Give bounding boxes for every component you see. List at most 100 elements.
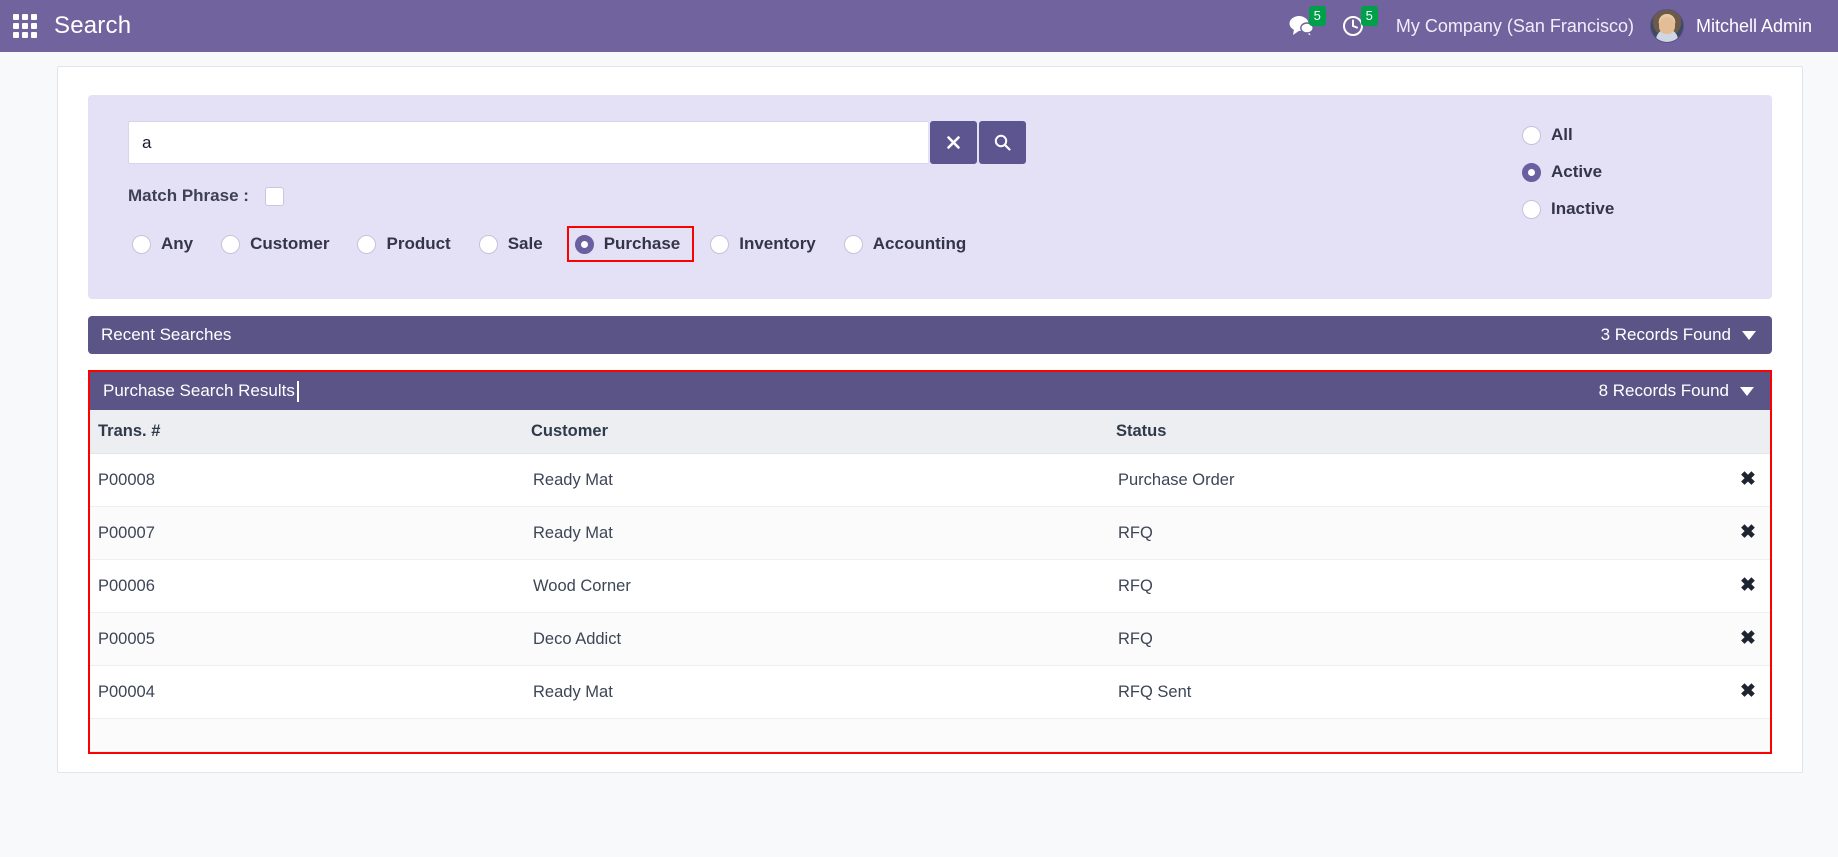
- radio-option-accounting[interactable]: Accounting: [840, 228, 977, 260]
- radio-circle-icon: [357, 234, 377, 254]
- cell-customer: Deco Addict: [525, 612, 1110, 666]
- purchase-results-section: Purchase Search Results 8 Records Found …: [88, 370, 1772, 754]
- user-name-label: Mitchell Admin: [1695, 15, 1812, 36]
- cell-trans: P00007: [90, 506, 525, 560]
- column-header-customer[interactable]: Customer: [525, 410, 1110, 454]
- apps-grid-icon[interactable]: [12, 13, 38, 39]
- purchase-results-header[interactable]: Purchase Search Results 8 Records Found: [90, 372, 1770, 410]
- radio-option-product[interactable]: Product: [353, 228, 460, 260]
- navbar-right-group: 5 5 My Company (San Francisco) Mitchell …: [1274, 0, 1816, 52]
- recent-searches-count-group[interactable]: 3 Records Found: [1601, 325, 1756, 345]
- cell-empty: [525, 718, 1110, 752]
- radio-option-all[interactable]: All: [1522, 125, 1742, 145]
- radio-option-inactive[interactable]: Inactive: [1522, 199, 1742, 219]
- cell-trans: P00005: [90, 612, 525, 666]
- cell-customer: Ready Mat: [525, 665, 1110, 719]
- match-phrase-row: Match Phrase :: [128, 186, 1028, 206]
- radio-option-inventory[interactable]: Inventory: [706, 228, 826, 260]
- cell-empty: [90, 718, 525, 752]
- delete-row-icon[interactable]: ✖: [1740, 523, 1756, 542]
- column-header-status[interactable]: Status: [1110, 410, 1718, 454]
- search-panel-right: All Active Inactive: [1482, 121, 1742, 219]
- radio-circle-icon: [1522, 125, 1541, 145]
- cell-trans: P00008: [90, 453, 525, 507]
- table-head: Trans. # Customer Status: [90, 410, 1770, 454]
- radio-circle-selected-icon: [574, 234, 594, 254]
- radio-label: Active: [1551, 162, 1603, 181]
- radio-label: Purchase: [603, 234, 681, 253]
- recent-searches-header[interactable]: Recent Searches 3 Records Found: [88, 316, 1772, 354]
- radio-label: Accounting: [872, 234, 967, 253]
- radio-option-any[interactable]: Any: [128, 228, 203, 260]
- chevron-down-icon: [1740, 386, 1754, 396]
- table-row[interactable]: P00006 Wood Corner RFQ ✖: [90, 559, 1770, 613]
- table-row[interactable]: P00008 Ready Mat Purchase Order ✖: [90, 453, 1770, 507]
- radio-label: Customer: [250, 234, 330, 253]
- cell-status: RFQ: [1110, 506, 1718, 560]
- content-card: Match Phrase : Any Customer: [57, 66, 1803, 773]
- column-header-trans[interactable]: Trans. #: [90, 410, 525, 454]
- cell-empty: [1718, 718, 1770, 752]
- magnifier-icon: [994, 134, 1011, 151]
- delete-row-icon[interactable]: ✖: [1740, 576, 1756, 595]
- cell-status: RFQ Sent: [1110, 665, 1718, 719]
- radio-circle-selected-icon: [1522, 162, 1541, 182]
- radio-circle-icon: [221, 234, 241, 254]
- radio-circle-icon: [710, 234, 730, 254]
- cell-delete: ✖: [1718, 506, 1770, 560]
- radio-option-active[interactable]: Active: [1522, 162, 1742, 182]
- purchase-results-table: Trans. # Customer Status P00008 Ready Ma…: [90, 410, 1770, 752]
- cell-trans: P00004: [90, 665, 525, 719]
- cell-trans: P00006: [90, 559, 525, 613]
- radio-circle-icon: [132, 234, 151, 254]
- radio-label: All: [1551, 125, 1573, 144]
- text-cursor-icon: [296, 380, 299, 402]
- purchase-results-title-group: Purchase Search Results: [103, 380, 299, 402]
- cell-customer: Ready Mat: [525, 453, 1110, 507]
- radio-option-purchase[interactable]: Purchase: [566, 226, 695, 262]
- radio-option-customer[interactable]: Customer: [217, 228, 339, 260]
- cell-customer: Ready Mat: [525, 506, 1110, 560]
- column-header-actions: [1718, 410, 1770, 454]
- radio-circle-icon: [843, 234, 863, 254]
- table-row[interactable]: P00004 Ready Mat RFQ Sent ✖: [90, 665, 1770, 719]
- clear-search-button[interactable]: [930, 121, 977, 164]
- delete-row-icon[interactable]: ✖: [1740, 682, 1756, 701]
- recent-searches-records-found: 3 Records Found: [1600, 325, 1731, 344]
- messages-count-badge: 5: [1308, 6, 1326, 26]
- table-header-row: Trans. # Customer Status: [90, 410, 1770, 454]
- radio-circle-icon: [478, 234, 498, 254]
- table-row[interactable]: P00007 Ready Mat RFQ ✖: [90, 506, 1770, 560]
- company-switcher[interactable]: My Company (San Francisco): [1380, 16, 1650, 37]
- purchase-results-count-group[interactable]: 8 Records Found: [1599, 381, 1754, 401]
- match-phrase-checkbox[interactable]: [264, 186, 284, 206]
- search-app-window: Search 5 5 My Company (San Francisco) Mi…: [0, 0, 1838, 857]
- match-phrase-label: Match Phrase :: [128, 186, 249, 205]
- top-navbar: Search 5 5 My Company (San Francisco) Mi…: [0, 0, 1838, 52]
- cell-status: RFQ: [1110, 559, 1718, 613]
- cell-status: RFQ: [1110, 612, 1718, 666]
- search-panel-left: Match Phrase : Any Customer: [128, 121, 1028, 262]
- page-body: Match Phrase : Any Customer: [0, 52, 1838, 857]
- table-row[interactable]: P00005 Deco Addict RFQ ✖: [90, 612, 1770, 666]
- activities-menu[interactable]: 5: [1328, 0, 1380, 52]
- table-row-partial: [90, 718, 1770, 752]
- messages-menu[interactable]: 5: [1274, 0, 1328, 52]
- user-menu[interactable]: Mitchell Admin: [1649, 9, 1816, 43]
- page-title: Search: [54, 12, 132, 39]
- submit-search-button[interactable]: [979, 121, 1026, 164]
- radio-option-sale[interactable]: Sale: [475, 228, 553, 260]
- record-state-radio-group: All Active Inactive: [1522, 125, 1742, 219]
- radio-circle-icon: [1522, 199, 1541, 219]
- activities-count-badge: 5: [1360, 6, 1378, 26]
- delete-row-icon[interactable]: ✖: [1740, 470, 1756, 489]
- cell-empty: [1110, 718, 1718, 752]
- delete-row-icon[interactable]: ✖: [1740, 629, 1756, 648]
- cell-customer: Wood Corner: [525, 559, 1110, 613]
- purchase-results-records-found: 8 Records Found: [1598, 381, 1729, 400]
- purchase-results-title: Purchase Search Results: [103, 381, 295, 400]
- table-body: P00008 Ready Mat Purchase Order ✖ P00007…: [90, 453, 1770, 752]
- search-bar-row: [128, 121, 1028, 164]
- radio-label: Product: [386, 234, 451, 253]
- search-input[interactable]: [128, 121, 928, 164]
